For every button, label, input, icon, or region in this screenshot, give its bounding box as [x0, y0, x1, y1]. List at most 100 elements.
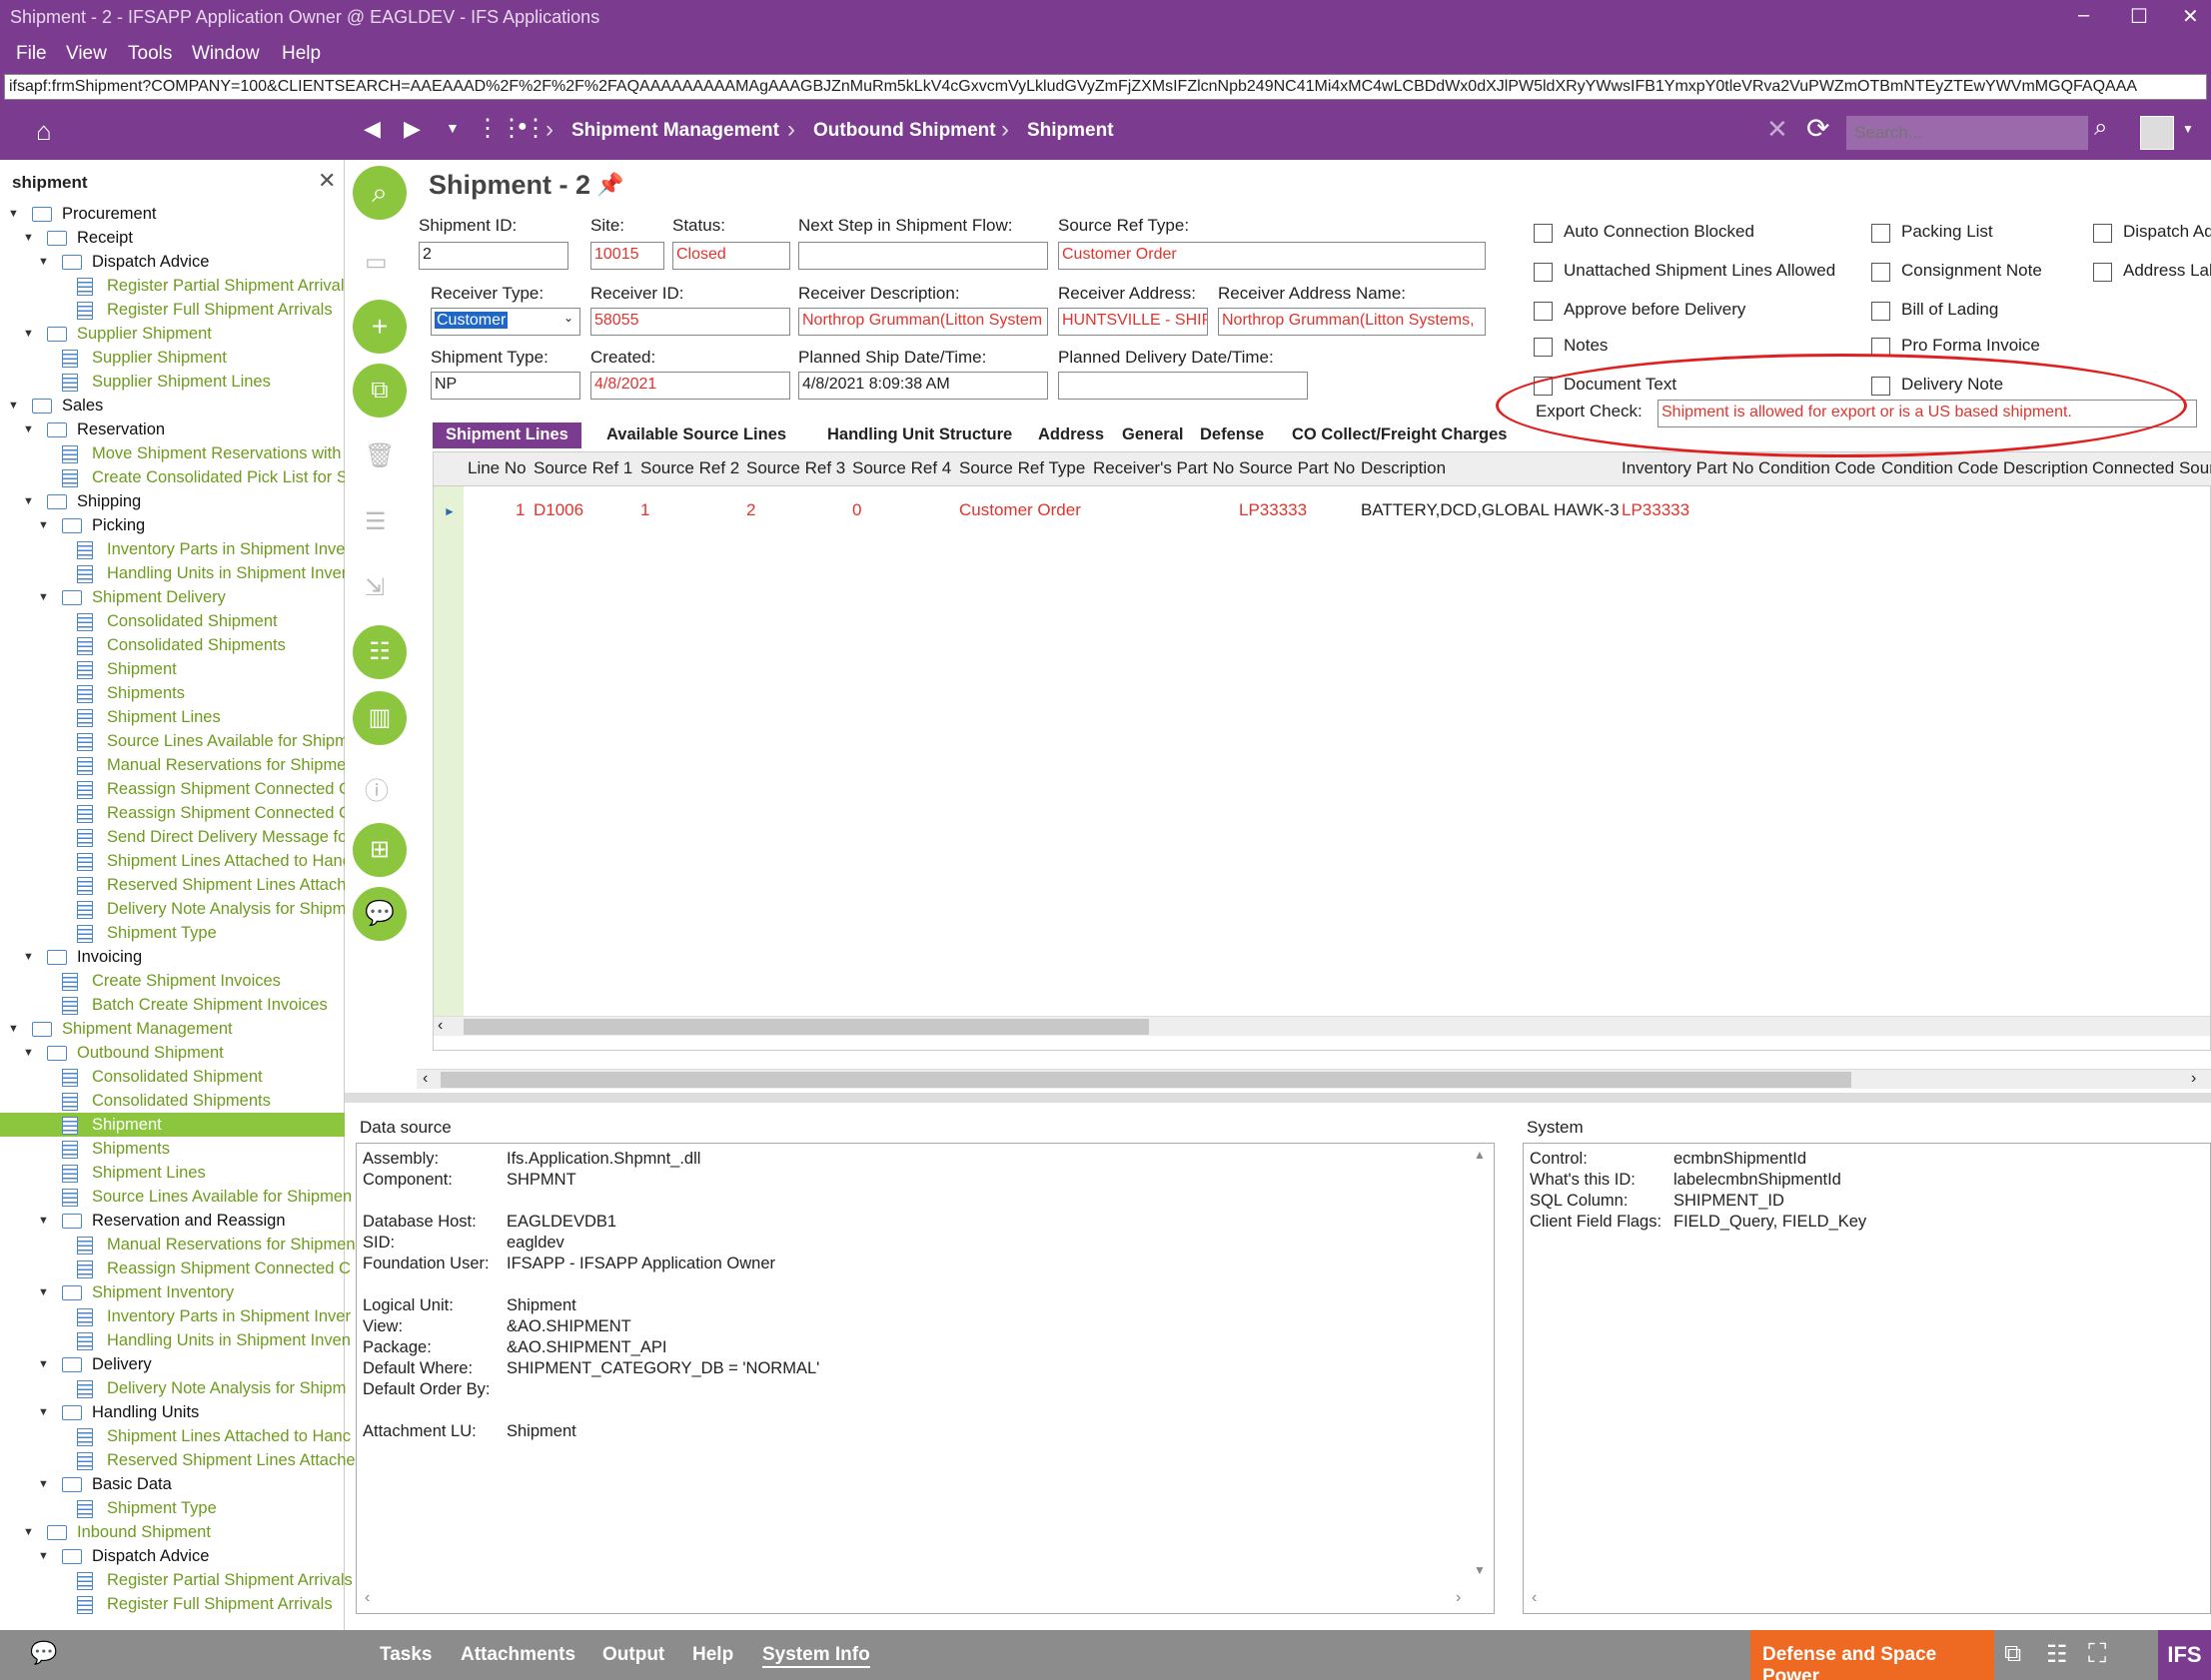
- column-header[interactable]: Condition Code Description: [1881, 458, 2088, 478]
- collapse-icon[interactable]: ▼: [38, 1280, 52, 1304]
- cell-source-ref-2[interactable]: 1: [640, 500, 649, 520]
- column-header[interactable]: Description: [1361, 458, 1446, 478]
- column-header[interactable]: Line No: [468, 458, 527, 478]
- company-badge[interactable]: Defense and Space Power: [1750, 1630, 1994, 1680]
- tree-item[interactable]: Shipments: [0, 1137, 345, 1161]
- avatar[interactable]: [2140, 116, 2174, 150]
- tab-shipment-lines[interactable]: Shipment Lines: [433, 422, 581, 448]
- breadcrumb-shipment-management[interactable]: Shipment Management: [571, 120, 779, 142]
- list-view-icon[interactable]: ☷: [2046, 1640, 2068, 1669]
- tree-item[interactable]: Register Partial Shipment Arrivals: [0, 274, 353, 298]
- checkbox-box[interactable]: [1534, 302, 1553, 321]
- created-field[interactable]: 4/8/2021: [590, 372, 790, 400]
- dot-icon[interactable]: ●: [518, 118, 528, 136]
- pin-icon[interactable]: 📌: [596, 172, 623, 198]
- tree-folder[interactable]: ▼ Procurement: [0, 202, 345, 226]
- tree-item[interactable]: Reassign Shipment Connected C: [0, 1257, 351, 1280]
- tree-item[interactable]: Manual Reservations for Shipmer: [0, 753, 352, 777]
- tree-item[interactable]: Shipment Lines Attached to Hanc: [0, 1424, 351, 1448]
- history-dropdown-icon[interactable]: ▼: [446, 120, 460, 136]
- cell-line-no[interactable]: 1: [516, 500, 525, 520]
- menu-tools[interactable]: Tools: [128, 43, 172, 65]
- tab-co-collect-freight-charges[interactable]: CO Collect/Freight Charges: [1292, 422, 1507, 448]
- tree-item[interactable]: Shipments: [0, 681, 345, 705]
- column-header[interactable]: Connected Sour: [2092, 458, 2211, 478]
- cell-source-ref-4[interactable]: 0: [852, 500, 861, 520]
- output-button[interactable]: Output: [602, 1644, 664, 1666]
- tree-folder[interactable]: ▼ Receipt: [0, 226, 345, 250]
- scroll-right-icon[interactable]: ›: [1456, 1589, 1461, 1607]
- scroll-up-icon[interactable]: ▲: [1474, 1148, 1486, 1162]
- checkbox-box[interactable]: [2093, 224, 2112, 243]
- checkbox-box[interactable]: [1871, 224, 1890, 243]
- tree-item[interactable]: Consolidated Shipment: [0, 1065, 345, 1089]
- next-step-field[interactable]: [798, 242, 1048, 270]
- attachments-button[interactable]: Attachments: [461, 1644, 575, 1666]
- home-icon[interactable]: ⌂: [36, 116, 52, 147]
- column-header[interactable]: Source Ref 4: [852, 458, 951, 478]
- tree-folder[interactable]: ▼ Handling Units: [0, 1400, 345, 1424]
- tree-folder[interactable]: ▼ Dispatch Advice: [0, 250, 345, 274]
- tree-folder[interactable]: ▼ Invoicing: [0, 945, 345, 969]
- collapse-icon[interactable]: ▼: [38, 250, 52, 274]
- collapse-icon[interactable]: ▼: [38, 513, 52, 537]
- collapse-icon[interactable]: ▼: [23, 418, 37, 441]
- breadcrumb-shipment[interactable]: Shipment: [1027, 120, 1114, 142]
- tree-item[interactable]: Register Full Shipment Arrivals: [0, 298, 345, 322]
- column-header[interactable]: Condition Code: [1758, 458, 1875, 478]
- menu-file[interactable]: File: [16, 43, 47, 65]
- tree-item[interactable]: Shipment Lines: [0, 1161, 345, 1185]
- cell-source-ref-1[interactable]: D1006: [534, 500, 583, 520]
- tree-folder[interactable]: ▼ Dispatch Advice: [0, 1544, 345, 1568]
- scrollbar-thumb[interactable]: [441, 1072, 1851, 1088]
- tree-item[interactable]: Delivery Note Analysis for Shipm: [0, 1376, 346, 1400]
- menu-window[interactable]: Window: [192, 43, 260, 65]
- receiver-description-field[interactable]: Northrop Grumman(Litton System: [798, 308, 1048, 336]
- tree-item[interactable]: Handling Units in Shipment Inven: [0, 561, 351, 585]
- new-record-button[interactable]: +: [353, 300, 407, 354]
- system-info-button[interactable]: System Info: [762, 1644, 870, 1668]
- tree-folder[interactable]: ▼ Shipment Delivery: [0, 585, 345, 609]
- scroll-left-icon[interactable]: ‹: [438, 1017, 443, 1035]
- tree-item[interactable]: Register Full Shipment Arrivals: [0, 1592, 345, 1616]
- close-window-button[interactable]: ✕: [2182, 4, 2199, 29]
- tree-item[interactable]: Delivery Note Analysis for Shipm: [0, 897, 346, 921]
- shipment-id-field[interactable]: 2: [419, 242, 568, 270]
- cell-source-ref-3[interactable]: 2: [746, 500, 755, 520]
- tree-item[interactable]: Handling Units in Shipment Inven: [0, 1328, 351, 1352]
- tree-item[interactable]: Inventory Parts in Shipment Inver: [0, 1304, 351, 1328]
- tree-item[interactable]: Reserved Shipment Lines Attache: [0, 1448, 356, 1472]
- forward-icon[interactable]: ▶: [404, 116, 421, 142]
- minimize-button[interactable]: –: [2078, 4, 2089, 27]
- apps-grid-icon[interactable]: ⋮⋮⋮: [476, 114, 548, 143]
- collapse-icon[interactable]: ▼: [8, 1017, 22, 1041]
- scrollbar-thumb[interactable]: [464, 1019, 1149, 1035]
- collapse-icon[interactable]: ▼: [38, 585, 52, 609]
- tree-item[interactable]: Consolidated Shipment: [0, 609, 345, 633]
- menu-help[interactable]: Help: [282, 43, 321, 65]
- tree-folder[interactable]: ▼ Delivery: [0, 1352, 345, 1376]
- scroll-left-icon[interactable]: ‹: [1532, 1589, 1537, 1607]
- checkbox-box[interactable]: [1534, 224, 1553, 243]
- tree-item[interactable]: Shipment Type: [0, 921, 345, 945]
- form-horizontal-scrollbar[interactable]: ‹ ›: [417, 1069, 2211, 1089]
- tab-defense[interactable]: Defense: [1200, 422, 1264, 448]
- collapse-icon[interactable]: ▼: [23, 489, 37, 513]
- planned-delivery-field[interactable]: [1058, 372, 1308, 400]
- details-button[interactable]: ☷: [353, 625, 407, 679]
- tree-folder[interactable]: ▼ Basic Data: [0, 1472, 345, 1496]
- search-input[interactable]: [1846, 116, 2088, 150]
- shipment-type-field[interactable]: NP: [431, 372, 580, 400]
- tree-item[interactable]: Send Direct Delivery Message fo: [0, 825, 347, 849]
- tree-item[interactable]: Reserved Shipment Lines Attache: [0, 873, 356, 897]
- scroll-down-icon[interactable]: ▼: [1474, 1563, 1486, 1577]
- column-header[interactable]: Source Ref 2: [640, 458, 739, 478]
- back-icon[interactable]: ◀: [364, 116, 381, 142]
- tree-item[interactable]: Shipment: [0, 1113, 345, 1137]
- receiver-id-field[interactable]: 58055: [590, 308, 790, 336]
- column-header[interactable]: Receiver's Part No: [1093, 458, 1234, 478]
- checkbox-box[interactable]: [1534, 263, 1553, 282]
- tree-folder[interactable]: ▼ Outbound Shipment: [0, 1041, 345, 1065]
- tree-folder[interactable]: ▼ Shipment Management: [0, 1017, 345, 1041]
- grid-horizontal-scrollbar[interactable]: ‹: [434, 1016, 2210, 1036]
